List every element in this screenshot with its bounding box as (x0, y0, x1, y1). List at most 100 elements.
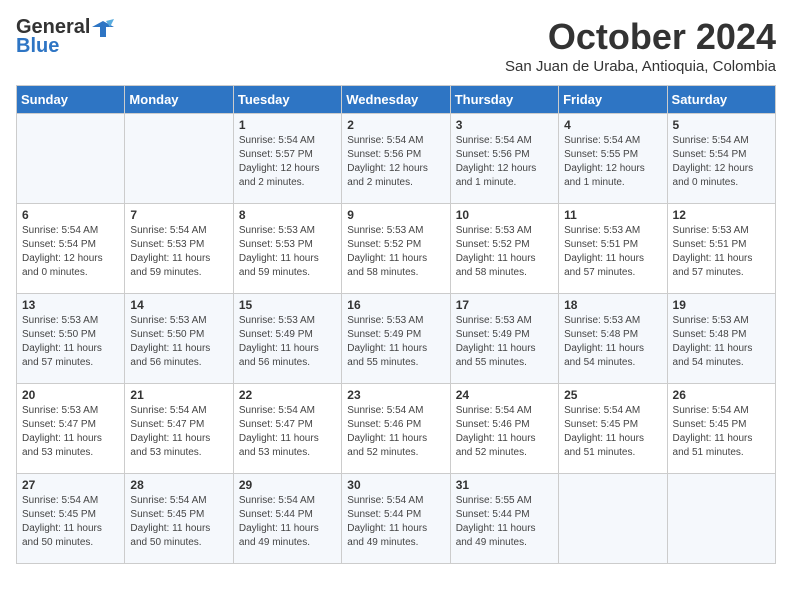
table-row: 4Sunrise: 5:54 AM Sunset: 5:55 PM Daylig… (559, 114, 667, 204)
day-number: 8 (239, 208, 336, 222)
day-detail: Sunrise: 5:53 AM Sunset: 5:47 PM Dayligh… (22, 404, 119, 460)
table-row: 14 Sunrise: 5:53 AM Sunset: 5:50 PM Dayli… (125, 294, 233, 384)
title-area: October 2024 San Juan de Uraba, Antioqui… (505, 16, 776, 75)
table-row: 15 Sunrise: 5:53 AM Sunset: 5:49 PM Dayli… (233, 294, 341, 384)
col-tuesday: Tuesday (233, 86, 341, 114)
day-detail: Sunrise: 5:54 AM Sunset: 5:45 PM Dayligh… (130, 494, 227, 550)
day-number: 24 (456, 388, 553, 402)
table-row: 16Sunrise: 5:53 AM Sunset: 5:49 PM Dayli… (342, 294, 450, 384)
day-detail: Sunrise: 5:54 AM Sunset: 5:44 PM Dayligh… (239, 494, 336, 550)
day-number: 31 (456, 478, 553, 492)
day-detail: Sunrise: 5:54 AM Sunset: 5:57 PM Dayligh… (239, 134, 336, 190)
table-row: 31 Sunrise: 5:55 AM Sunset: 5:44 PM Dayli… (450, 474, 558, 564)
table-row: 27 Sunrise: 5:54 AM Sunset: 5:45 PM Dayli… (17, 474, 125, 564)
calendar-table: Sunday Monday Tuesday Wednesday Thursday… (16, 85, 776, 564)
table-row: 30 Sunrise: 5:54 AM Sunset: 5:44 PM Dayli… (342, 474, 450, 564)
col-friday: Friday (559, 86, 667, 114)
logo-blue-text: Blue (16, 35, 59, 58)
day-detail: Sunrise: 5:54 AM Sunset: 5:45 PM Dayligh… (564, 404, 661, 460)
day-number: 15 (239, 298, 336, 312)
day-detail: Sunrise: 5:54 AM Sunset: 5:53 PM Dayligh… (130, 224, 227, 280)
day-detail: Sunrise: 5:54 AM Sunset: 5:56 PM Dayligh… (456, 134, 553, 190)
table-row: 5Sunrise: 5:54 AM Sunset: 5:54 PM Daylig… (667, 114, 775, 204)
day-detail: Sunrise: 5:53 AM Sunset: 5:50 PM Dayligh… (22, 314, 119, 370)
day-number: 27 (22, 478, 119, 492)
location-subtitle: San Juan de Uraba, Antioquia, Colombia (505, 58, 776, 75)
day-detail: Sunrise: 5:54 AM Sunset: 5:47 PM Dayligh… (130, 404, 227, 460)
day-number: 30 (347, 478, 444, 492)
day-number: 22 (239, 388, 336, 402)
day-number: 12 (673, 208, 770, 222)
col-monday: Monday (125, 86, 233, 114)
table-row: 22 Sunrise: 5:54 AM Sunset: 5:47 PM Dayli… (233, 384, 341, 474)
table-row: 28 Sunrise: 5:54 AM Sunset: 5:45 PM Dayli… (125, 474, 233, 564)
table-row: 29 Sunrise: 5:54 AM Sunset: 5:44 PM Dayli… (233, 474, 341, 564)
calendar-week-2: 6Sunrise: 5:54 AM Sunset: 5:54 PM Daylig… (17, 204, 776, 294)
day-number: 23 (347, 388, 444, 402)
table-row (17, 114, 125, 204)
table-row: 12 Sunrise: 5:53 AM Sunset: 5:51 PM Dayli… (667, 204, 775, 294)
day-number: 14 (130, 298, 227, 312)
table-row: 8 Sunrise: 5:53 AM Sunset: 5:53 PM Daylig… (233, 204, 341, 294)
day-detail: Sunrise: 5:53 AM Sunset: 5:49 PM Dayligh… (456, 314, 553, 370)
day-detail: Sunrise: 5:53 AM Sunset: 5:53 PM Dayligh… (239, 224, 336, 280)
day-detail: Sunrise: 5:54 AM Sunset: 5:47 PM Dayligh… (239, 404, 336, 460)
day-detail: Sunrise: 5:53 AM Sunset: 5:49 PM Dayligh… (239, 314, 336, 370)
col-thursday: Thursday (450, 86, 558, 114)
col-sunday: Sunday (17, 86, 125, 114)
table-row: 17 Sunrise: 5:53 AM Sunset: 5:49 PM Dayli… (450, 294, 558, 384)
table-row: 25 Sunrise: 5:54 AM Sunset: 5:45 PM Dayli… (559, 384, 667, 474)
table-row (667, 474, 775, 564)
table-row: 24 Sunrise: 5:54 AM Sunset: 5:46 PM Dayli… (450, 384, 558, 474)
table-row (125, 114, 233, 204)
day-detail: Sunrise: 5:55 AM Sunset: 5:44 PM Dayligh… (456, 494, 553, 550)
day-number: 7 (130, 208, 227, 222)
day-number: 5 (673, 118, 770, 132)
day-number: 11 (564, 208, 661, 222)
table-row: 11 Sunrise: 5:53 AM Sunset: 5:51 PM Dayli… (559, 204, 667, 294)
day-detail: Sunrise: 5:54 AM Sunset: 5:45 PM Dayligh… (22, 494, 119, 550)
day-number: 21 (130, 388, 227, 402)
day-number: 10 (456, 208, 553, 222)
table-row: 26Sunrise: 5:54 AM Sunset: 5:45 PM Dayli… (667, 384, 775, 474)
table-row: 7 Sunrise: 5:54 AM Sunset: 5:53 PM Daylig… (125, 204, 233, 294)
logo-bird-icon (92, 19, 114, 37)
calendar-header-row: Sunday Monday Tuesday Wednesday Thursday… (17, 86, 776, 114)
table-row: 10Sunrise: 5:53 AM Sunset: 5:52 PM Dayli… (450, 204, 558, 294)
table-row: 20 Sunrise: 5:53 AM Sunset: 5:47 PM Dayli… (17, 384, 125, 474)
day-number: 9 (347, 208, 444, 222)
day-number: 20 (22, 388, 119, 402)
table-row: 18Sunrise: 5:53 AM Sunset: 5:48 PM Dayli… (559, 294, 667, 384)
day-detail: Sunrise: 5:54 AM Sunset: 5:46 PM Dayligh… (456, 404, 553, 460)
table-row: 13 Sunrise: 5:53 AM Sunset: 5:50 PM Dayli… (17, 294, 125, 384)
col-wednesday: Wednesday (342, 86, 450, 114)
day-number: 29 (239, 478, 336, 492)
calendar-week-4: 20 Sunrise: 5:53 AM Sunset: 5:47 PM Dayli… (17, 384, 776, 474)
day-detail: Sunrise: 5:53 AM Sunset: 5:49 PM Dayligh… (347, 314, 444, 370)
day-detail: Sunrise: 5:53 AM Sunset: 5:48 PM Dayligh… (673, 314, 770, 370)
calendar-week-3: 13 Sunrise: 5:53 AM Sunset: 5:50 PM Dayli… (17, 294, 776, 384)
day-number: 17 (456, 298, 553, 312)
day-number: 1 (239, 118, 336, 132)
day-detail: Sunrise: 5:53 AM Sunset: 5:51 PM Dayligh… (673, 224, 770, 280)
day-number: 2 (347, 118, 444, 132)
table-row: 21 Sunrise: 5:54 AM Sunset: 5:47 PM Dayli… (125, 384, 233, 474)
logo: General Blue (16, 16, 114, 58)
month-title: October 2024 (505, 16, 776, 58)
day-detail: Sunrise: 5:54 AM Sunset: 5:45 PM Dayligh… (673, 404, 770, 460)
day-number: 6 (22, 208, 119, 222)
page-header: General Blue October 2024 San Juan de Ur… (16, 16, 776, 75)
table-row: 19Sunrise: 5:53 AM Sunset: 5:48 PM Dayli… (667, 294, 775, 384)
table-row: 6Sunrise: 5:54 AM Sunset: 5:54 PM Daylig… (17, 204, 125, 294)
day-detail: Sunrise: 5:53 AM Sunset: 5:50 PM Dayligh… (130, 314, 227, 370)
day-number: 28 (130, 478, 227, 492)
day-number: 3 (456, 118, 553, 132)
day-detail: Sunrise: 5:54 AM Sunset: 5:44 PM Dayligh… (347, 494, 444, 550)
day-detail: Sunrise: 5:54 AM Sunset: 5:56 PM Dayligh… (347, 134, 444, 190)
table-row: 9Sunrise: 5:53 AM Sunset: 5:52 PM Daylig… (342, 204, 450, 294)
table-row: 3 Sunrise: 5:54 AM Sunset: 5:56 PM Daylig… (450, 114, 558, 204)
day-detail: Sunrise: 5:53 AM Sunset: 5:51 PM Dayligh… (564, 224, 661, 280)
table-row (559, 474, 667, 564)
day-number: 25 (564, 388, 661, 402)
day-number: 13 (22, 298, 119, 312)
